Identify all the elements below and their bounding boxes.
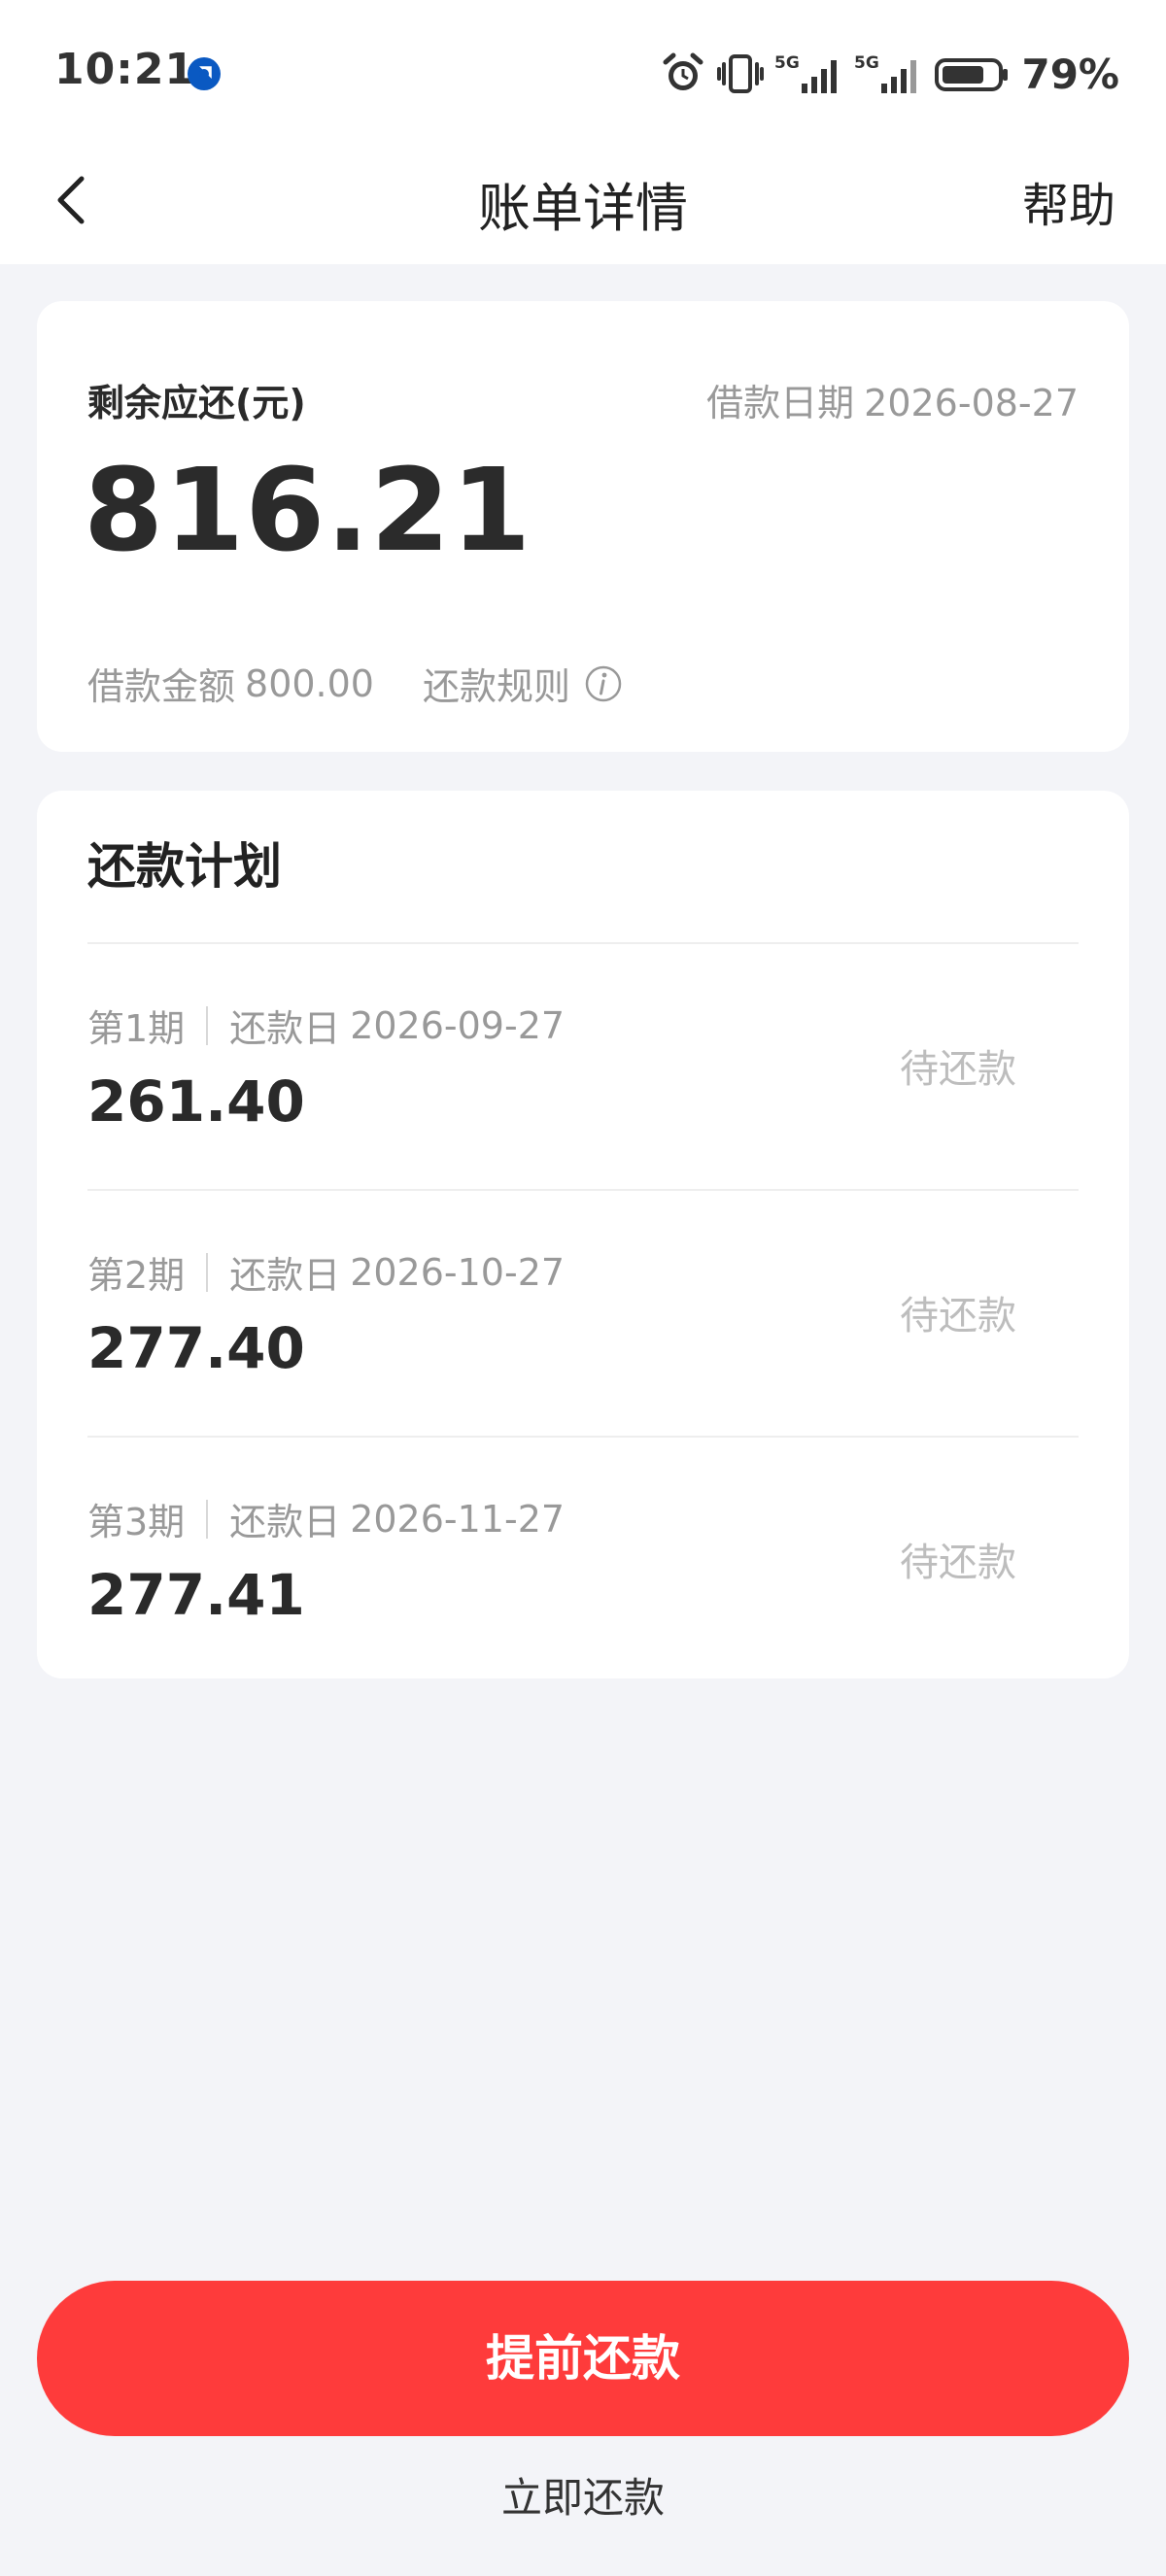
- battery-percent: 79%: [1021, 50, 1119, 98]
- installment-amount: 261.40: [87, 1068, 305, 1135]
- loan-date-label: 借款日期: [706, 382, 855, 424]
- status-badge: 待还款: [900, 1294, 1016, 1339]
- period-label: 第1期: [87, 1007, 186, 1050]
- status-icons: 5G 5G 79%: [660, 45, 1119, 103]
- svg-text:5G: 5G: [774, 53, 800, 73]
- row-meta: 第3期 还款日 2026-11-27: [87, 1492, 565, 1545]
- due-label: 还款日: [229, 1254, 341, 1297]
- status-time: 10:21: [54, 45, 196, 94]
- installment-amount: 277.40: [87, 1315, 305, 1381]
- pay-now-link[interactable]: 立即还款: [0, 2465, 1166, 2525]
- summary-card: 剩余应还(元) 借款日期 2026-08-27 816.21 借款金额 800.0…: [37, 301, 1129, 752]
- row-meta: 第1期 还款日 2026-09-27: [87, 999, 565, 1052]
- vibrate-icon: [717, 54, 765, 93]
- page-title: 账单详情: [478, 178, 688, 239]
- due-date: 2026-09-27: [350, 1003, 566, 1047]
- app-notification-icon: [188, 57, 221, 90]
- screen: 10:21 5G 5G 79% 账单详情 帮助 剩余应还(元) 借款日期 202…: [0, 0, 1166, 2576]
- summary-footer: 借款金额 800.00 还款规则: [87, 657, 623, 710]
- battery-icon: [935, 58, 1009, 91]
- alarm-icon: [663, 52, 703, 90]
- signal-5g-icon: 5G: [854, 53, 917, 93]
- plan-row-3[interactable]: 第3期 还款日 2026-11-27 277.41 待还款: [87, 1438, 1079, 1682]
- loan-date: 借款日期 2026-08-27: [697, 373, 1079, 426]
- loan-amount-label: 借款金额: [87, 665, 236, 708]
- repayment-plan-card: 还款计划 第1期 还款日 2026-09-27 261.40 待还款 第2期 还…: [37, 791, 1129, 1678]
- nav-bar: 账单详情 帮助: [0, 146, 1166, 264]
- status-badge: 待还款: [900, 1047, 1016, 1092]
- due-date: 2026-10-27: [350, 1250, 566, 1294]
- signal-5g-icon: 5G: [774, 53, 838, 93]
- period-label: 第3期: [87, 1501, 186, 1543]
- plan-row-2[interactable]: 第2期 还款日 2026-10-27 277.40 待还款: [87, 1191, 1079, 1436]
- plan-title: 还款计划: [87, 838, 282, 895]
- period-label: 第2期: [87, 1254, 186, 1297]
- repayment-rules-link[interactable]: 还款规则: [423, 657, 623, 710]
- svg-text:5G: 5G: [854, 53, 879, 73]
- due-date: 2026-11-27: [350, 1497, 566, 1541]
- separator: [206, 1252, 209, 1292]
- remaining-amount: 816.21: [84, 443, 532, 577]
- remaining-label: 剩余应还(元): [87, 382, 306, 424]
- due-label: 还款日: [229, 1007, 341, 1050]
- row-meta: 第2期 还款日 2026-10-27: [87, 1245, 565, 1299]
- installment-amount: 277.41: [87, 1562, 305, 1628]
- loan-date-value: 2026-08-27: [864, 382, 1079, 424]
- separator: [206, 1005, 209, 1045]
- repayment-rules-label: 还款规则: [422, 665, 570, 708]
- due-label: 还款日: [229, 1501, 341, 1543]
- info-icon: [585, 665, 622, 701]
- help-button[interactable]: 帮助: [1022, 167, 1115, 235]
- plan-row-1[interactable]: 第1期 还款日 2026-09-27 261.40 待还款: [87, 944, 1079, 1189]
- separator: [206, 1499, 209, 1539]
- status-badge: 待还款: [900, 1541, 1016, 1585]
- loan-amount-value: 800.00: [245, 661, 374, 705]
- prepay-button[interactable]: 提前还款: [37, 2281, 1129, 2436]
- status-bar: 10:21 5G 5G 79%: [0, 0, 1166, 146]
